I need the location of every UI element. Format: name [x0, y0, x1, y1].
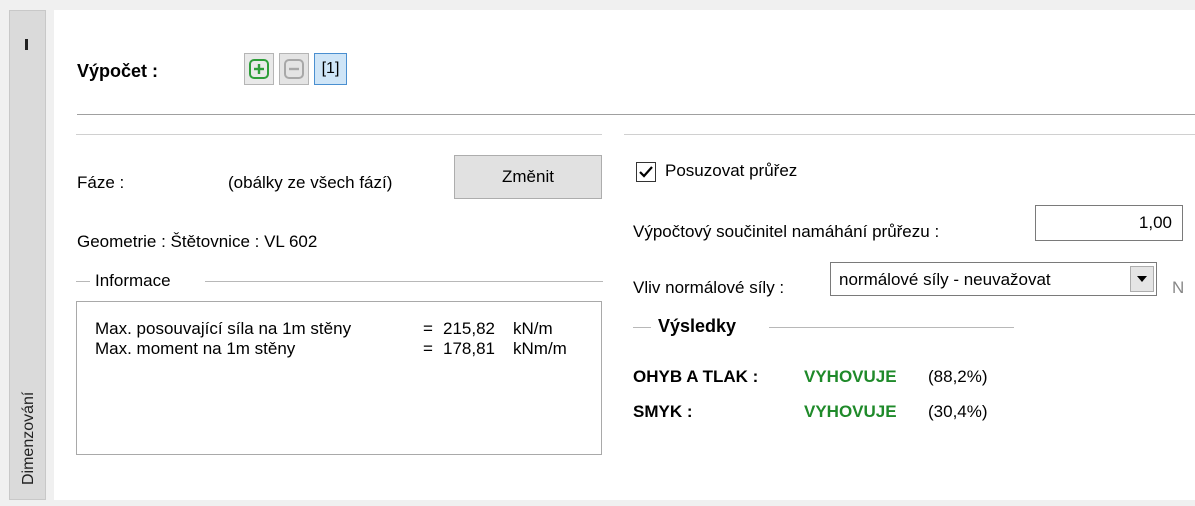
info-row-moment-unit: kNm/m	[513, 339, 567, 358]
stage-1-button[interactable]: [1]	[314, 53, 347, 85]
coefficient-label: Výpočtový součinitel namáhání průřezu :	[633, 222, 940, 241]
normal-force-suffix: N	[1172, 278, 1185, 297]
check-section-label[interactable]: Posuzovat průřez	[665, 161, 797, 181]
side-tab-label: Dimenzování	[20, 391, 37, 485]
add-icon	[249, 59, 269, 79]
result-bending-percent: (88,2%)	[928, 367, 988, 386]
info-row-shear-unit: kN/m	[513, 319, 553, 338]
coefficient-input[interactable]: 1,00	[1035, 205, 1183, 241]
info-row-shear-name: Max. posouvající síla na 1m stěny	[95, 319, 352, 338]
info-box: Max. posouvající síla na 1m stěny = 215,…	[76, 301, 602, 455]
info-group-line-right	[205, 281, 603, 282]
info-group-line-left	[76, 281, 90, 282]
change-phase-button[interactable]: Změnit	[454, 155, 602, 199]
info-group-title: Informace	[95, 271, 171, 290]
add-stage-button[interactable]	[244, 53, 274, 85]
info-row-moment-value: 178,81	[443, 339, 495, 358]
phase-label: Fáze :	[77, 173, 125, 192]
results-group-line-right	[769, 327, 1014, 328]
result-shear-percent: (30,4%)	[928, 402, 988, 421]
result-bending-status: VYHOVUJE	[804, 367, 897, 386]
results-group-title: Výsledky	[658, 316, 737, 336]
info-row-moment-eq: =	[423, 339, 433, 358]
info-row-moment-name: Max. moment na 1m stěny	[95, 339, 296, 358]
info-row-shear-value: 215,82	[443, 319, 495, 338]
toolbar-separator	[77, 114, 1195, 115]
left-top-separator	[76, 134, 602, 135]
main-panel: Výpočet : [1] Fáze : (obálky ze všech fá…	[54, 10, 1195, 500]
result-shear-status: VYHOVUJE	[804, 402, 897, 421]
remove-stage-button[interactable]	[279, 53, 309, 85]
results-group-line-left	[633, 327, 651, 328]
normal-force-value: normálové síly - neuvažovat	[839, 270, 1051, 289]
normal-force-label: Vliv normálové síly :	[633, 278, 785, 297]
tab-marker	[25, 39, 28, 50]
check-section-checkbox[interactable]	[636, 162, 656, 182]
checkmark-icon	[639, 166, 653, 178]
calculation-title: Výpočet :	[77, 61, 159, 81]
right-top-separator	[624, 134, 1195, 135]
geometry-label: Geometrie : Štětovnice : VL 602	[77, 232, 318, 251]
chevron-down-icon	[1137, 276, 1147, 282]
normal-force-select[interactable]: normálové síly - neuvažovat	[830, 262, 1157, 296]
remove-icon	[284, 59, 304, 79]
result-shear-name: SMYK :	[633, 402, 693, 421]
info-row-shear-eq: =	[423, 319, 433, 338]
result-bending-name: OHYB A TLAK :	[633, 367, 759, 386]
side-tab-dimensioning[interactable]: Dimenzování	[9, 10, 46, 500]
phase-value: (obálky ze všech fází)	[228, 173, 393, 192]
dropdown-button[interactable]	[1130, 266, 1154, 292]
